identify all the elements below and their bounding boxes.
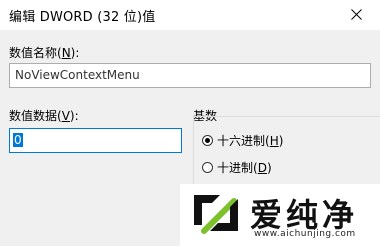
watermark: 爱纯净 www.aichunjing.com [180,184,380,246]
radio-decimal[interactable]: 十进制(D) [202,159,272,176]
close-icon [351,9,362,20]
close-button[interactable] [334,0,380,30]
radio-decimal-indicator[interactable] [202,162,213,173]
watermark-url: www.aichunjing.com [254,229,356,239]
value-data-field[interactable]: 0 [9,128,182,153]
title-bar: 编辑 DWORD (32 位)值 [0,0,380,30]
radio-decimal-label: 十进制(D) [217,161,272,175]
value-data-text: 0 [13,133,23,147]
aichunjing-logo-icon [194,195,238,234]
radio-hexadecimal-label: 十六进制(H) [217,134,284,148]
value-name-field[interactable]: NoViewContextMenu [9,63,371,88]
radio-hexadecimal-indicator[interactable] [202,135,213,146]
edit-dword-dialog: 编辑 DWORD (32 位)值 数值名称(N): NoViewContextM… [0,0,380,246]
window-title: 编辑 DWORD (32 位)值 [9,10,156,25]
value-name-label: 数值名称(N): [9,46,80,60]
value-data-label: 数值数据(V): [9,109,79,123]
radio-hexadecimal[interactable]: 十六进制(H) [202,132,283,149]
